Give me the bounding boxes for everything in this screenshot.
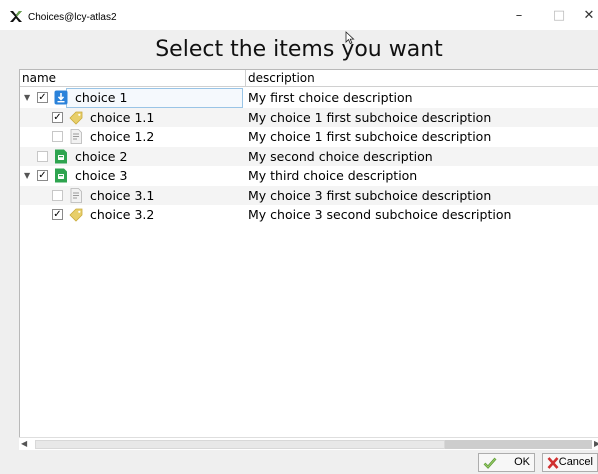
- row-name: choice 3.2: [90, 207, 155, 222]
- dialog-heading: Select the items you want: [155, 37, 443, 62]
- scroll-right-icon[interactable]: ▶: [594, 439, 598, 448]
- tag-icon: [69, 208, 83, 222]
- choice-checkbox[interactable]: ✓: [37, 170, 48, 181]
- scroll-track[interactable]: [35, 440, 445, 449]
- row-description: My first choice description: [248, 90, 413, 105]
- maximize-button[interactable]: □: [545, 6, 573, 26]
- tree-row[interactable]: choice 3.1 My choice 3 first subchoice d…: [20, 185, 598, 205]
- cancel-button[interactable]: Cancel: [542, 453, 598, 472]
- row-description: My choice 3 second subchoice description: [248, 207, 512, 222]
- ok-label: OK: [514, 456, 530, 468]
- tree-row[interactable]: choice 2 My second choice description: [20, 146, 598, 166]
- expander-icon[interactable]: ▼: [24, 93, 30, 102]
- green-file-icon: [55, 168, 67, 183]
- choice-checkbox[interactable]: [37, 150, 48, 162]
- cancel-x-icon: [547, 457, 559, 469]
- tree-row[interactable]: ▼ ✓ choice 1 My first choice description: [20, 88, 598, 108]
- tree-row[interactable]: ✓ choice 1.1 My choice 1 first subchoice…: [20, 107, 598, 127]
- column-header-name[interactable]: name: [20, 70, 246, 87]
- app-x-icon: [10, 11, 22, 22]
- close-button[interactable]: ✕: [580, 6, 598, 26]
- row-description: My second choice description: [248, 148, 433, 164]
- choice-checkbox[interactable]: ✓: [52, 111, 63, 123]
- window-title: Choices@lcy-atlas2: [28, 12, 117, 23]
- ok-check-icon: [483, 457, 497, 469]
- row-name: choice 2: [75, 148, 128, 164]
- scroll-thumb[interactable]: [445, 440, 592, 449]
- title-bar[interactable]: Choices@lcy-atlas2 – □ ✕: [0, 0, 598, 30]
- ok-button[interactable]: OK: [478, 453, 535, 472]
- row-name: choice 1: [75, 90, 128, 105]
- row-name: choice 1.2: [90, 129, 155, 144]
- row-description: My choice 1 first subchoice description: [248, 129, 492, 144]
- document-icon: [70, 129, 82, 144]
- row-description: My third choice description: [248, 168, 418, 183]
- row-description: My choice 1 first subchoice description: [248, 109, 492, 125]
- row-description: My choice 3 first subchoice description: [248, 187, 492, 203]
- row-name: choice 3.1: [90, 187, 155, 203]
- mouse-cursor-icon: [345, 31, 355, 45]
- download-icon: [54, 90, 68, 105]
- choice-checkbox[interactable]: ✓: [37, 92, 48, 103]
- tag-icon: [69, 111, 83, 125]
- tree-row[interactable]: ▼ ✓ choice 3 My third choice description: [20, 166, 598, 186]
- choices-tree[interactable]: name description ▼ ✓ choice 1 My first c…: [19, 69, 598, 450]
- tree-row[interactable]: choice 1.2 My choice 1 first subchoice d…: [20, 127, 598, 147]
- green-file-icon: [55, 149, 67, 163]
- scroll-left-icon[interactable]: ◀: [21, 439, 27, 448]
- row-name: choice 1.1: [90, 109, 155, 125]
- cancel-label: Cancel: [558, 456, 593, 468]
- tree-row[interactable]: ✓ choice 3.2 My choice 3 second subchoic…: [20, 205, 598, 225]
- choice-checkbox[interactable]: [52, 189, 63, 201]
- horizontal-scrollbar[interactable]: ◀ ▶: [19, 437, 598, 450]
- minimize-button[interactable]: –: [505, 6, 533, 26]
- expander-icon[interactable]: ▼: [24, 171, 30, 180]
- row-name: choice 3: [75, 168, 128, 183]
- document-icon: [70, 187, 82, 203]
- choice-checkbox[interactable]: [52, 131, 63, 142]
- choice-checkbox[interactable]: ✓: [52, 209, 63, 220]
- column-header-description[interactable]: description: [246, 70, 598, 87]
